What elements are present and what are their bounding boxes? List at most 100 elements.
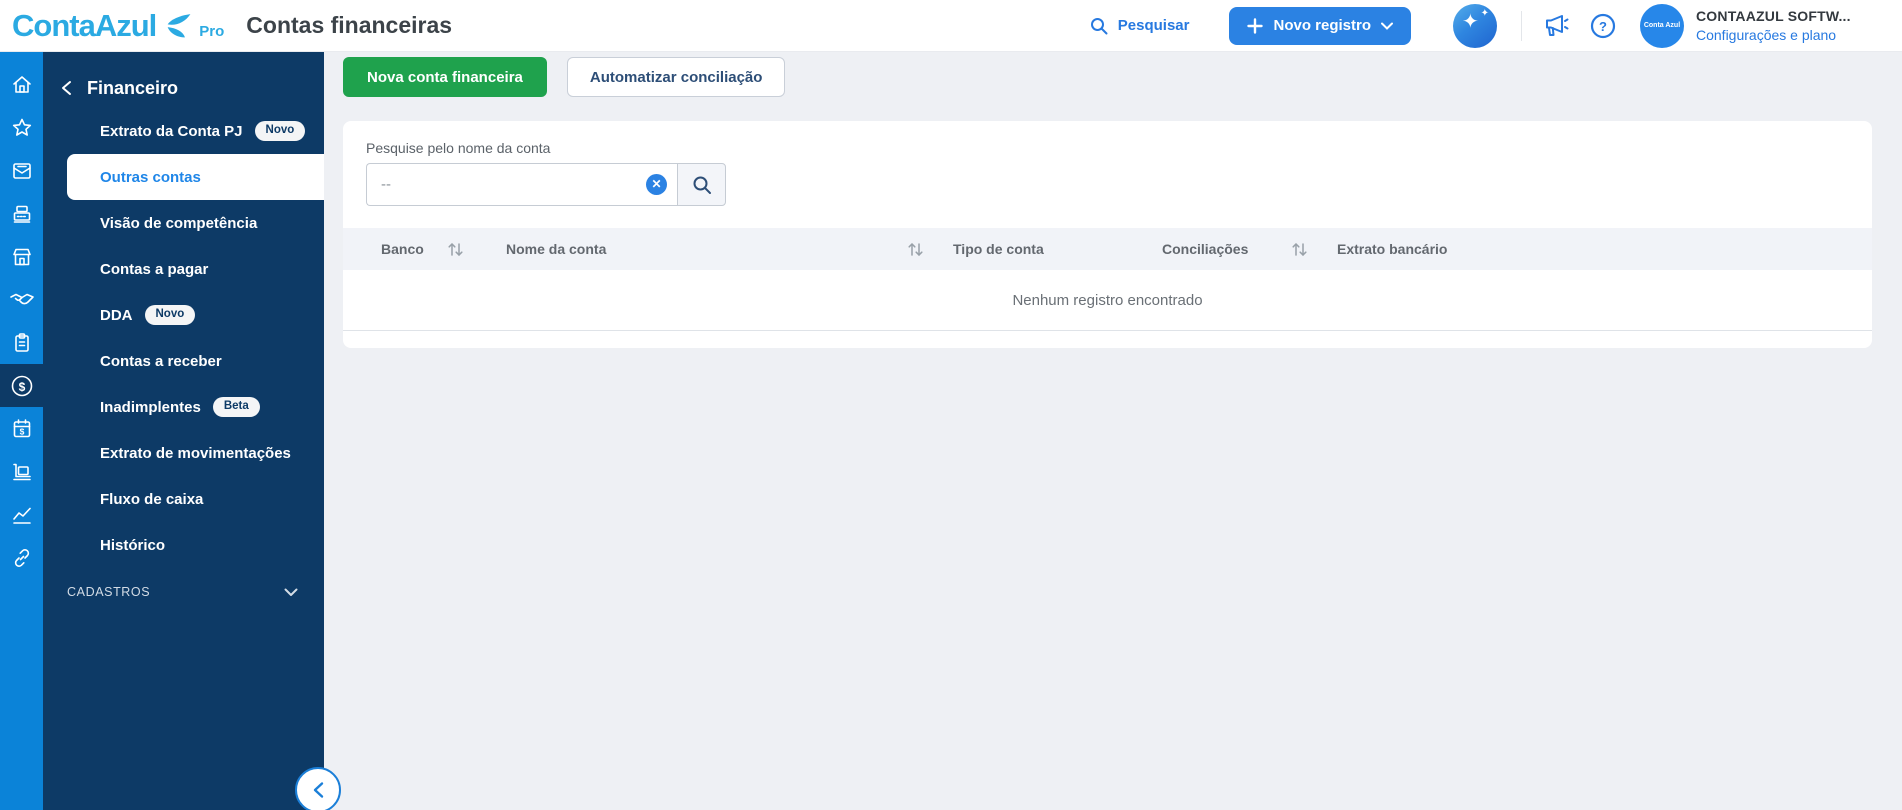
sort-icon[interactable] <box>446 240 465 259</box>
sidebar-collapse-button[interactable] <box>295 767 341 810</box>
rail-item-financial[interactable]: $ <box>0 364 43 407</box>
sidebar-item-inadimplentes[interactable]: Inadimplentes Beta <box>43 384 324 430</box>
global-search-button[interactable]: Pesquisar <box>1089 16 1190 36</box>
help-button[interactable]: ? <box>1590 13 1616 39</box>
top-header: ContaAzul Pro Contas financeiras Pesquis… <box>0 0 1902 52</box>
sidebar-item-label: Contas a receber <box>100 353 222 370</box>
column-label: Conciliações <box>1162 241 1248 257</box>
sidebar-item-label: Extrato de movimentações <box>100 445 291 462</box>
rail-item-pos[interactable] <box>0 192 43 235</box>
sidebar-item-label: Histórico <box>100 537 165 554</box>
page-actions: Nova conta financeira Automatizar concil… <box>343 57 785 97</box>
svg-text:$: $ <box>18 380 25 394</box>
column-header-banco[interactable]: Banco <box>381 240 506 259</box>
avatar-label: Conta Azul <box>1644 22 1680 29</box>
sidebar-section-cadastros[interactable]: CADASTROS <box>43 570 324 614</box>
line-chart-icon <box>10 503 34 527</box>
header-actions: Pesquisar Novo registro ✦ ✦ <box>1089 4 1892 48</box>
column-header-nome-da-conta[interactable]: Nome da conta <box>506 240 953 259</box>
column-header-tipo-de-conta[interactable]: Tipo de conta <box>953 241 1162 257</box>
sparkle-small-icon: ✦ <box>1481 9 1489 19</box>
star-icon <box>10 116 34 140</box>
new-record-button[interactable]: Novo registro <box>1229 7 1411 45</box>
sidebar-item-label: Inadimplentes <box>100 399 201 416</box>
column-header-conciliacoes[interactable]: Conciliações <box>1162 240 1337 259</box>
chevron-down-icon <box>284 588 298 597</box>
chevron-left-icon <box>61 80 72 96</box>
home-icon <box>10 73 34 97</box>
cash-register-icon <box>10 202 34 226</box>
beta-badge: Beta <box>213 397 260 417</box>
accounts-table-header: Banco Nome da conta <box>343 228 1872 270</box>
account-search-button[interactable] <box>677 163 726 206</box>
chevron-left-icon <box>312 781 324 799</box>
empty-state-row: Nenhum registro encontrado <box>343 270 1872 331</box>
empty-state-message: Nenhum registro encontrado <box>1012 292 1202 309</box>
account-info: CONTAAZUL SOFTW... Configurações e plano <box>1696 8 1892 43</box>
sidebar-item-label: DDA <box>100 307 133 324</box>
sidebar-item-label: Visão de competência <box>100 215 257 232</box>
account-search-input[interactable] <box>366 163 677 206</box>
rail-item-inventory[interactable] <box>0 450 43 493</box>
rail-item-messages[interactable] <box>0 149 43 192</box>
rail-item-store[interactable] <box>0 235 43 278</box>
sidebar-item-outras-contas[interactable]: Outras contas <box>67 154 324 200</box>
sidebar-item-fluxo-de-caixa[interactable]: Fluxo de caixa <box>43 476 324 522</box>
logo-pro-label: Pro <box>199 23 224 40</box>
column-header-extrato-bancario[interactable]: Extrato bancário <box>1337 241 1852 257</box>
sidebar-item-label: Outras contas <box>100 169 201 186</box>
rail-item-reports[interactable] <box>0 493 43 536</box>
delivery-cart-icon <box>10 460 34 484</box>
sidebar-item-extrato-de-movimentacoes[interactable]: Extrato de movimentações <box>43 430 324 476</box>
global-search-label: Pesquisar <box>1118 17 1190 34</box>
calendar-dollar-icon: $ <box>10 417 34 441</box>
sidebar-item-contas-a-pagar[interactable]: Contas a pagar <box>43 246 324 292</box>
contaazul-logo[interactable]: ContaAzul Pro <box>12 8 224 44</box>
new-financial-account-button[interactable]: Nova conta financeira <box>343 57 547 97</box>
back-chevron-button[interactable] <box>59 78 74 98</box>
sidebar-item-dda[interactable]: DDA Novo <box>43 292 324 338</box>
clipboard-icon <box>10 331 34 355</box>
column-label: Tipo de conta <box>953 241 1044 257</box>
ai-assistant-button[interactable]: ✦ ✦ <box>1453 4 1497 48</box>
company-avatar[interactable]: Conta Azul <box>1640 4 1684 48</box>
rail-item-billing-calendar[interactable]: $ <box>0 407 43 450</box>
novo-badge: Novo <box>255 121 306 141</box>
rail-item-home[interactable] <box>0 63 43 106</box>
account-search-label: Pesquise pelo nome da conta <box>366 140 1872 156</box>
sidebar-panel: Financeiro Extrato da Conta PJ Novo Outr… <box>43 52 324 810</box>
svg-text:?: ? <box>1599 19 1607 34</box>
column-label: Nome da conta <box>506 241 606 257</box>
sidebar-item-extrato-da-conta-pj[interactable]: Extrato da Conta PJ Novo <box>43 108 324 154</box>
icon-rail: $ $ <box>0 52 43 810</box>
automate-reconciliation-button[interactable]: Automatizar conciliação <box>567 57 786 97</box>
sparkle-icon: ✦ <box>1462 12 1479 32</box>
sort-icon[interactable] <box>1290 240 1309 259</box>
close-icon: ✕ <box>651 177 661 191</box>
announcements-button[interactable] <box>1542 13 1570 39</box>
rail-item-tasks[interactable] <box>0 321 43 364</box>
plus-icon <box>1247 18 1263 34</box>
account-search-row: ✕ <box>366 163 1872 206</box>
sidebar-item-historico[interactable]: Histórico <box>43 522 324 568</box>
megaphone-icon <box>1542 13 1570 39</box>
page-title: Contas financeiras <box>246 12 452 39</box>
search-icon <box>691 174 713 196</box>
sidebar-item-contas-a-receber[interactable]: Contas a receber <box>43 338 324 384</box>
clear-search-button[interactable]: ✕ <box>646 174 667 195</box>
dollar-circle-icon: $ <box>9 373 35 399</box>
settings-plan-link[interactable]: Configurações e plano <box>1696 27 1892 43</box>
sidebar-item-visao-de-competencia[interactable]: Visão de competência <box>43 200 324 246</box>
header-divider <box>1521 11 1522 41</box>
rail-item-favorites[interactable] <box>0 106 43 149</box>
rail-item-deals[interactable] <box>0 278 43 321</box>
sidebar-item-label: Fluxo de caixa <box>100 491 203 508</box>
sort-icon[interactable] <box>906 240 925 259</box>
rail-item-integrations[interactable] <box>0 536 43 579</box>
column-label: Banco <box>381 241 424 257</box>
svg-text:$: $ <box>19 426 24 436</box>
novo-badge: Novo <box>145 305 196 325</box>
card-footer <box>343 331 1872 348</box>
question-mark-icon: ? <box>1590 13 1616 39</box>
account-name: CONTAAZUL SOFTW... <box>1696 8 1892 24</box>
